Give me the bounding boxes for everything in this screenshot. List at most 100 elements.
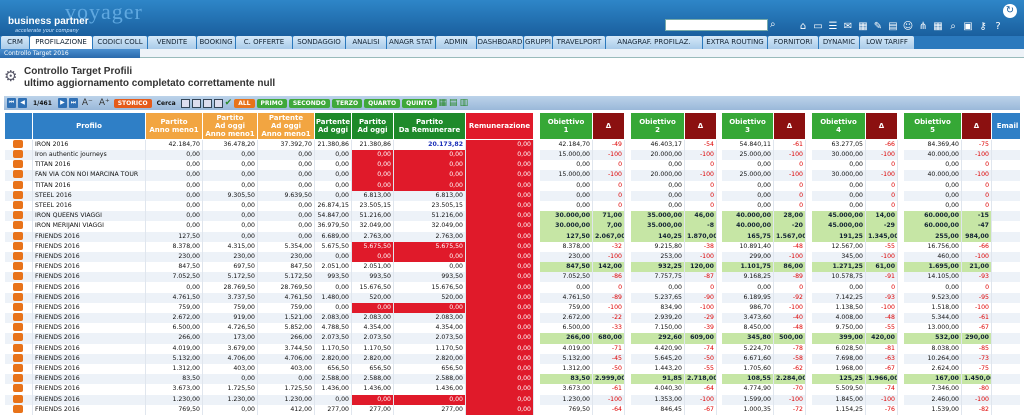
tab-anagraf-profilaz[interactable]: ANAGRAF. PROFILAZ. [606, 36, 702, 49]
tab-extra-routing[interactable]: EXTRA ROUTING [703, 36, 767, 49]
table-row[interactable]: FRIENDS 2016 3.673,00 1.725,50 1.725,50 1.43… [4, 384, 1020, 395]
row-edit-icon[interactable] [13, 282, 24, 291]
row-edit-icon[interactable] [13, 404, 24, 413]
row-edit-icon[interactable] [13, 140, 24, 148]
filter-all-button[interactable]: ALL [234, 98, 255, 108]
tab-c-offerte[interactable]: C. OFFERTE [236, 36, 292, 49]
grid-icon[interactable]: ▦ [931, 19, 945, 33]
tab-fornitori[interactable]: FORNITORI [768, 36, 818, 49]
row-edit-icon[interactable] [13, 272, 24, 281]
tab-low-tariff[interactable]: LOW TARIFF [860, 36, 914, 49]
row-edit-icon[interactable] [13, 323, 24, 332]
row-edit-icon[interactable] [13, 313, 24, 322]
row-edit-icon[interactable] [13, 343, 24, 352]
row-edit-icon[interactable] [13, 333, 24, 342]
table-row[interactable]: IRON 2016 42.184,70 36.478,20 37.392,70 21.3… [4, 139, 1020, 150]
search-icon[interactable]: ⌕ [770, 18, 782, 31]
tab-booking[interactable]: BOOKING [197, 36, 235, 49]
storico-button[interactable]: STORICO [113, 98, 152, 108]
table-row[interactable]: FRIENDS 2016 6.500,00 4.726,50 5.852,00 4.78… [4, 323, 1020, 334]
filter-quarto-button[interactable]: QUARTO [364, 98, 401, 108]
table-row[interactable]: IRON QUEENS VIAGGI 0,00 0,00 0,00 54.847,00 5… [4, 211, 1020, 222]
table-row[interactable]: FRIENDS 2016 847,50 697,50 847,50 2.051,00 2.… [4, 262, 1020, 273]
table-row[interactable]: FRIENDS 2016 8.378,00 4.315,00 5.354,00 5.67… [4, 241, 1020, 252]
row-edit-icon[interactable] [13, 180, 24, 189]
table-row[interactable]: FRIENDS 2016 4.761,50 3.737,50 4.761,50 1.48… [4, 292, 1020, 303]
tab-analisi[interactable]: ANALISI [346, 36, 386, 49]
table-row[interactable]: FRIENDS 2016 5.132,00 4.706,00 4.706,00 2.82… [4, 353, 1020, 364]
table-row[interactable]: STEEL 2016 0,00 9.305,50 9.639,50 0,00 6.813,… [4, 190, 1020, 201]
mail-icon[interactable]: ✉ [841, 19, 855, 33]
table-row[interactable]: FRIENDS 2016 769,50 0,00 412,00 277,00 277,00… [4, 404, 1020, 415]
calendar-icon[interactable]: ▦ [856, 19, 870, 33]
view-icon[interactable] [180, 98, 190, 108]
edit-grid-icon[interactable]: ▦ [439, 98, 448, 108]
settings-grid-icon[interactable]: ▥ [460, 98, 469, 108]
tab-gruppi[interactable]: GRUPPI [524, 36, 552, 49]
table-row[interactable]: FRIENDS 2016 1.312,00 403,00 403,00 656,50 65… [4, 363, 1020, 375]
row-edit-icon[interactable] [13, 251, 24, 260]
table-row[interactable]: FRIENDS 2016 266,00 173,00 266,00 2.073,50 2.… [4, 333, 1020, 344]
next-page-button[interactable]: ▶ [57, 98, 67, 108]
tab-anagr-stat[interactable]: ANAGR STAT [387, 36, 435, 49]
export-icon[interactable] [213, 98, 223, 108]
row-edit-icon[interactable] [13, 262, 24, 271]
tab-sondaggio[interactable]: SONDAGGIO [293, 36, 345, 49]
filter-secondo-button[interactable]: SECONDO [288, 98, 330, 108]
table-row[interactable]: FRIENDS 2016 759,00 759,00 759,00 0,00 0,00 0,… [4, 302, 1020, 313]
first-page-button[interactable]: ⏮ [7, 98, 16, 108]
tab-crm[interactable]: CRM [1, 36, 29, 49]
search-input[interactable] [665, 19, 768, 31]
edit-icon[interactable]: ✎ [871, 19, 885, 33]
tab-codici-coll[interactable]: CODICI COLL [93, 36, 147, 49]
hierarchy-icon[interactable]: ⋔ [916, 19, 930, 33]
search-icon[interactable]: ⌕ [946, 19, 960, 33]
last-page-button[interactable]: ⏭ [68, 98, 78, 108]
tab-vendite[interactable]: VENDITE [148, 36, 196, 49]
key-icon[interactable]: ⚷ [976, 19, 990, 33]
table-row[interactable]: Iron authentic journeys 0,00 0,00 0,00 0,00 0… [4, 150, 1020, 161]
refresh-icon[interactable]: ↻ [1003, 4, 1017, 18]
decrease-font-icon[interactable]: A⁻ [82, 98, 93, 108]
filter-terzo-button[interactable]: TERZO [331, 98, 363, 108]
table-row[interactable]: STEEL 2016 0,00 0,00 0,00 26.874,15 23.505,15… [4, 200, 1020, 212]
table-row[interactable]: TITAN 2016 0,00 0,00 0,00 0,00 0,00 0,00 0,00 0,… [4, 180, 1020, 191]
filter-quinto-button[interactable]: QUINTO [402, 98, 437, 108]
table-row[interactable]: FRIENDS 2016 230,00 230,00 230,00 0,00 0,00 0,… [4, 251, 1020, 263]
table-icon[interactable] [202, 98, 212, 108]
increase-font-icon[interactable]: A⁺ [99, 98, 110, 108]
row-edit-icon[interactable] [13, 211, 24, 220]
list-icon[interactable]: ☰ [826, 19, 840, 33]
table-row[interactable]: FAN VIA CON NOI MARCINA TOUR 0,00 0,00 0,00… [4, 170, 1020, 181]
row-edit-icon[interactable] [13, 374, 24, 383]
home-icon[interactable]: ⌂ [796, 19, 810, 33]
row-edit-icon[interactable] [13, 364, 24, 373]
row-edit-icon[interactable] [13, 394, 24, 403]
row-edit-icon[interactable] [13, 150, 24, 159]
filter-primo-button[interactable]: PRIMO [256, 98, 287, 108]
check-icon[interactable]: ✔ [225, 98, 233, 108]
row-edit-icon[interactable] [13, 160, 24, 169]
prev-page-button[interactable]: ◀ [18, 98, 27, 108]
calculator-icon[interactable]: ▣ [961, 19, 975, 33]
table-row[interactable]: IRON MERIJANI VIAGGI 0,00 0,00 0,00 36.979,5… [4, 221, 1020, 232]
table-row[interactable]: FRIENDS 2016 127,50 0,00 0,00 6.689,00 2.763,… [4, 231, 1020, 242]
row-edit-icon[interactable] [13, 302, 24, 311]
tab-admin[interactable]: ADMIN [436, 36, 476, 49]
table-row[interactable]: FRIENDS 2016 7.052,50 5.172,50 5.172,50 993,… [4, 272, 1020, 283]
table-row[interactable]: FRIENDS 2016 2.672,00 919,00 1.521,00 2.083,… [4, 313, 1020, 324]
table-row[interactable]: FRIENDS 2016 83,50 0,00 0,00 2.588,00 2.588,0… [4, 374, 1020, 385]
excel-icon[interactable]: ▤ [449, 98, 458, 108]
row-edit-icon[interactable] [13, 170, 24, 179]
table-row[interactable]: FRIENDS 2016 4.019,00 3.679,00 3.744,50 1.17… [4, 343, 1020, 354]
user-icon[interactable]: ☺ [901, 19, 915, 33]
row-edit-icon[interactable] [13, 241, 24, 250]
columns-icon[interactable] [191, 98, 201, 108]
help-icon[interactable]: ? [991, 19, 1005, 33]
window-icon[interactable]: ▭ [811, 19, 825, 33]
cerca-button[interactable]: Cerca [157, 100, 176, 107]
table-row[interactable]: FRIENDS 2016 0,00 28.769,50 28.769,50 0,00 15… [4, 282, 1020, 293]
row-edit-icon[interactable] [13, 353, 24, 362]
row-edit-icon[interactable] [13, 190, 24, 199]
tab-dynamic[interactable]: DYNAMIC [819, 36, 859, 49]
